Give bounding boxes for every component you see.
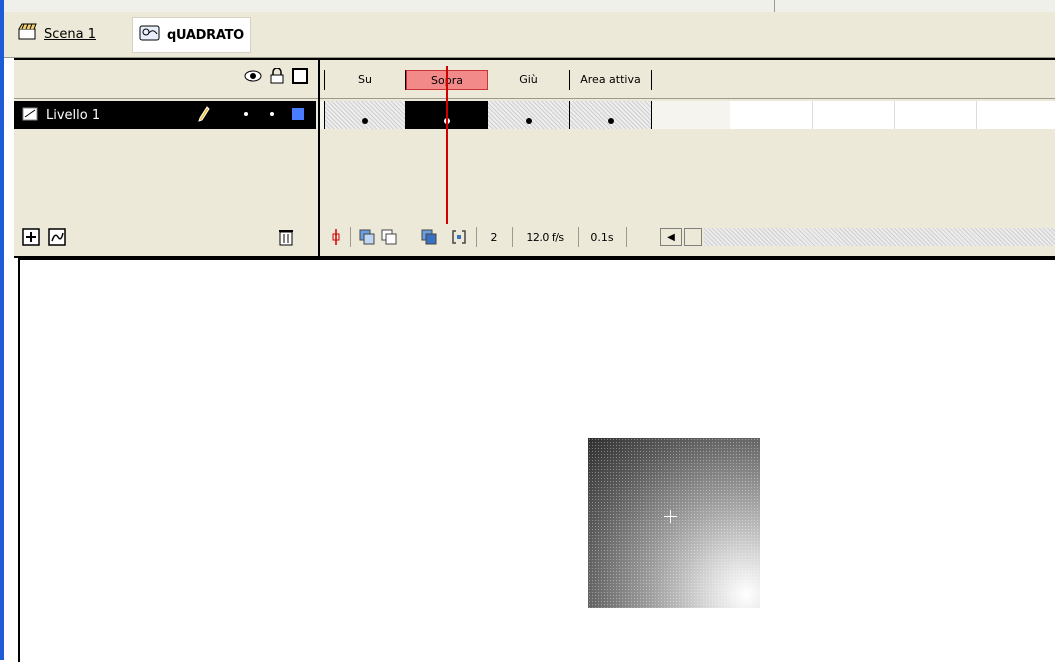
scroll-thumb[interactable] — [684, 228, 702, 246]
separator — [476, 227, 477, 247]
edit-multiple-frames-icon[interactable] — [418, 227, 440, 247]
stage[interactable] — [18, 258, 1055, 662]
layer-row[interactable]: Livello 1 — [14, 101, 316, 129]
separator — [626, 227, 627, 247]
add-guide-layer-icon[interactable] — [48, 228, 66, 249]
frame-row — [320, 101, 1055, 129]
keyframe-cell[interactable] — [324, 101, 406, 129]
outline-color-swatch[interactable] — [292, 108, 304, 120]
movie-clip-icon — [139, 24, 161, 46]
keyframe-cell[interactable] — [570, 101, 652, 129]
playhead[interactable] — [446, 66, 448, 224]
frame-label-hit[interactable]: Area attiva — [570, 70, 652, 90]
keyframe-dot — [607, 118, 614, 124]
elapsed-time: 0.1s — [590, 230, 614, 244]
breadcrumb: Scena 1 qUADRATO — [4, 12, 1055, 58]
layers-panel: Livello 1 — [14, 60, 320, 256]
frame-label-up[interactable]: Su — [324, 70, 406, 90]
pencil-icon — [198, 106, 210, 125]
layers-header — [14, 60, 318, 99]
outline-icon[interactable] — [292, 68, 308, 87]
frame-label-down[interactable]: Giù — [488, 70, 570, 90]
separator — [512, 227, 513, 247]
onion-skin-icon[interactable] — [356, 227, 378, 247]
timeline: Livello 1 Su Sopra Giù Area attiva — [14, 58, 1055, 258]
horizontal-scrollbar[interactable]: ◀ — [660, 228, 1055, 246]
frame-header: Su Sopra Giù Area attiva — [320, 60, 1055, 99]
layer-name: Livello 1 — [46, 107, 101, 123]
registration-point-icon — [664, 510, 677, 523]
empty-frames[interactable] — [730, 101, 1055, 129]
breadcrumb-symbol[interactable]: qUADRATO — [132, 17, 251, 53]
frames-panel: Su Sopra Giù Area attiva — [320, 60, 1055, 256]
clapperboard-icon — [18, 23, 38, 45]
frame-rate: 12.0 f/s — [526, 230, 564, 244]
eye-icon[interactable] — [244, 70, 262, 85]
current-frame: 2 — [490, 230, 498, 244]
window-border — [0, 0, 4, 660]
breadcrumb-symbol-label: qUADRATO — [167, 27, 244, 43]
onion-skin-outlines-icon[interactable] — [378, 227, 400, 247]
strip-divider — [774, 0, 775, 12]
scroll-left-icon[interactable]: ◀ — [660, 228, 682, 246]
frame-footer: 2 12.0 f/s 0.1s ◀ — [320, 220, 1055, 254]
center-frame-icon[interactable] — [326, 227, 346, 247]
breadcrumb-scene[interactable]: Scena 1 — [18, 23, 96, 45]
gradient-square[interactable] — [588, 438, 760, 608]
lock-icon[interactable] — [270, 67, 284, 87]
modify-onion-markers-icon[interactable] — [448, 227, 470, 247]
keyframe-dot — [525, 118, 532, 124]
insert-layer-icon[interactable] — [22, 228, 40, 249]
lock-dot[interactable] — [270, 112, 274, 116]
visibility-dot[interactable] — [244, 112, 248, 116]
layer-icon — [22, 107, 38, 124]
keyframe-dot — [362, 118, 368, 124]
layers-footer — [14, 220, 318, 254]
keyframe-cell[interactable] — [488, 101, 570, 129]
breadcrumb-scene-label: Scena 1 — [44, 26, 97, 42]
separator — [578, 227, 579, 247]
separator — [350, 227, 351, 247]
trash-icon[interactable] — [278, 228, 294, 249]
